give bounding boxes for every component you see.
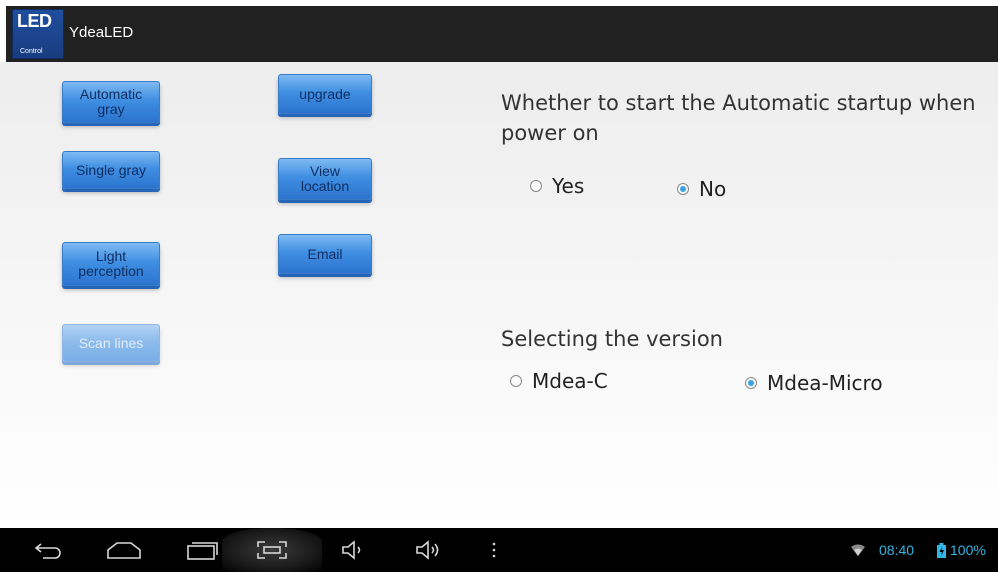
volume-down-icon[interactable] bbox=[336, 528, 370, 572]
scan-lines-button[interactable]: Scan lines bbox=[62, 324, 160, 362]
system-navigation-bar: 08:40 100% bbox=[0, 528, 998, 572]
battery-icon bbox=[937, 528, 949, 572]
radio-label: Mdea-Micro bbox=[767, 371, 883, 395]
radio-label: No bbox=[699, 177, 727, 201]
autostart-no-radio[interactable]: No bbox=[677, 177, 726, 201]
view-location-button[interactable]: View location bbox=[278, 158, 372, 200]
radio-checked-icon bbox=[677, 183, 689, 195]
app-icon-subtext: Control bbox=[20, 48, 43, 55]
automatic-gray-button[interactable]: Automatic gray bbox=[62, 81, 160, 123]
app-icon[interactable]: LED Control bbox=[12, 9, 64, 59]
battery-percent: 100% bbox=[950, 542, 986, 558]
radio-checked-icon bbox=[745, 377, 757, 389]
version-mdea-micro-radio[interactable]: Mdea-Micro bbox=[745, 371, 883, 395]
radio-label: Yes bbox=[552, 174, 585, 198]
back-icon[interactable] bbox=[28, 528, 68, 572]
light-perception-button[interactable]: Light perception bbox=[62, 242, 160, 286]
wifi-icon bbox=[850, 528, 868, 572]
upgrade-button[interactable]: upgrade bbox=[278, 74, 372, 114]
version-question: Selecting the version bbox=[501, 327, 723, 351]
app-icon-text: LED bbox=[17, 11, 52, 31]
main-content: Automatic gray upgrade Single gray View … bbox=[0, 62, 998, 528]
top-area: LED Control YdeaLED bbox=[0, 0, 998, 62]
volume-up-icon[interactable] bbox=[410, 528, 446, 572]
radio-label: Mdea-C bbox=[532, 369, 608, 393]
autostart-question: Whether to start the Automatic startup w… bbox=[501, 91, 976, 145]
clock: 08:40 bbox=[879, 542, 915, 558]
email-button[interactable]: Email bbox=[278, 234, 372, 274]
app-title: YdeaLED bbox=[69, 24, 134, 41]
menu-icon[interactable] bbox=[486, 528, 502, 572]
single-gray-button[interactable]: Single gray bbox=[62, 151, 160, 189]
screenshot-icon[interactable] bbox=[252, 528, 292, 572]
home-icon[interactable] bbox=[102, 528, 146, 572]
radio-unchecked-icon bbox=[510, 375, 522, 387]
autostart-yes-radio[interactable]: Yes bbox=[530, 174, 584, 198]
radio-unchecked-icon bbox=[530, 180, 542, 192]
action-bar bbox=[6, 6, 998, 62]
recent-apps-icon[interactable] bbox=[180, 528, 224, 572]
version-mdea-c-radio[interactable]: Mdea-C bbox=[510, 369, 608, 393]
